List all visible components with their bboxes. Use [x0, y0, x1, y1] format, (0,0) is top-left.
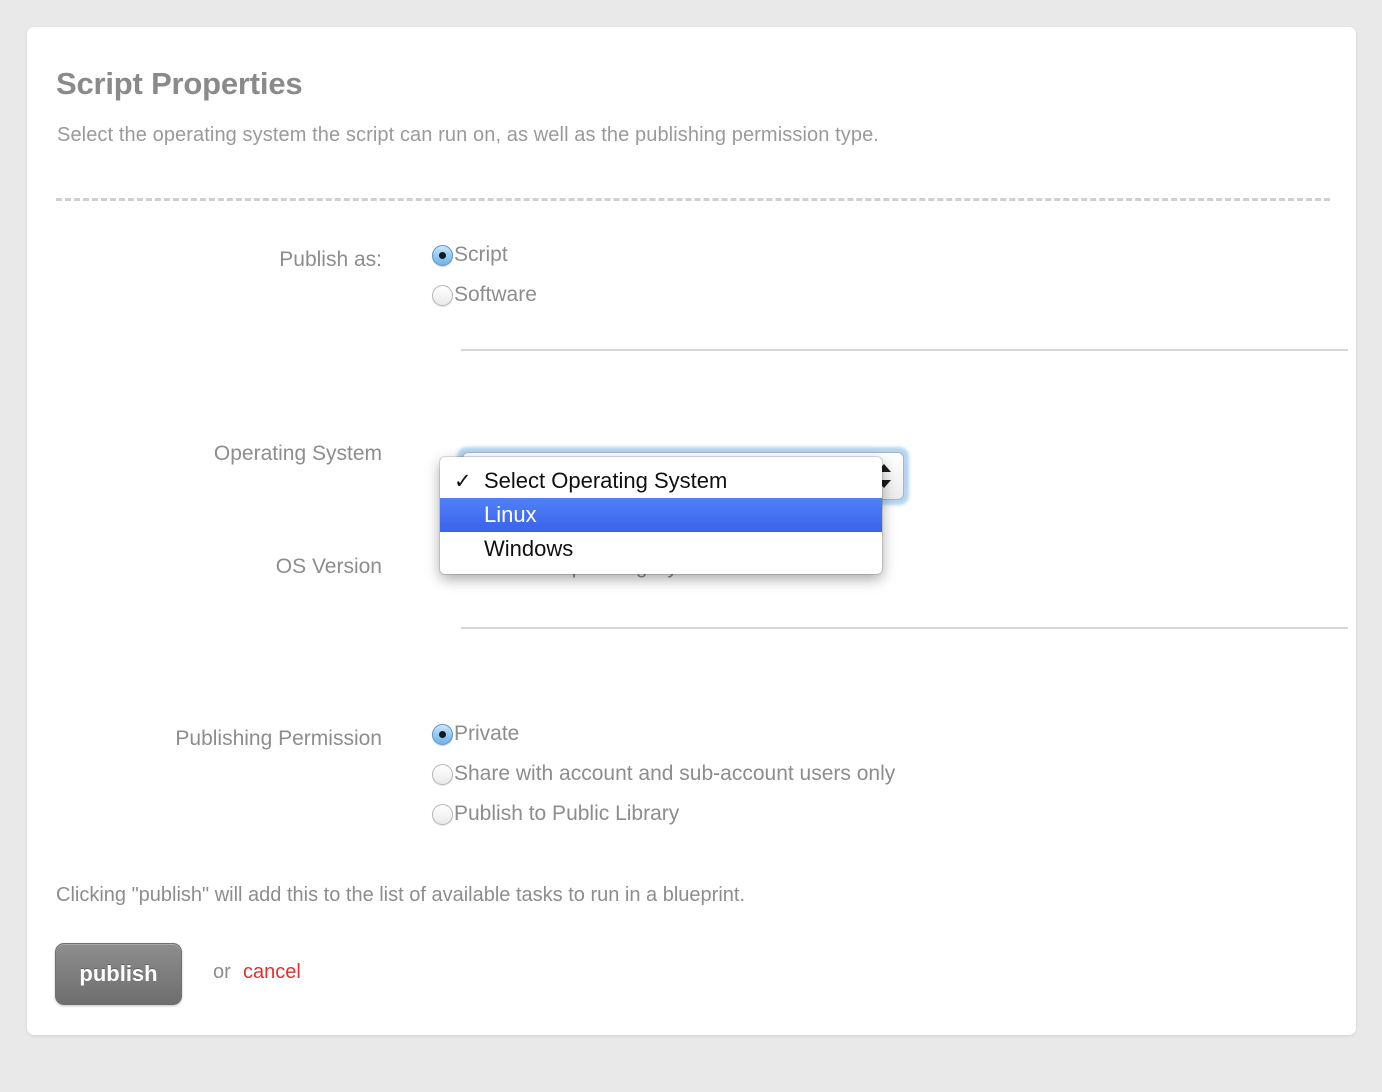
radio-option-software[interactable]: Software [432, 275, 537, 315]
radio-option-public-library[interactable]: Publish to Public Library [432, 794, 895, 834]
cancel-link[interactable]: cancel [243, 961, 301, 984]
check-icon: ✓ [454, 469, 472, 493]
dropdown-item-windows[interactable]: Windows [440, 532, 882, 566]
script-properties-card: Script Properties Select the operating s… [27, 27, 1356, 1035]
publish-button[interactable]: publish [55, 943, 182, 1005]
section-divider-1 [461, 349, 1348, 351]
or-label: or [213, 961, 231, 983]
page-subtitle: Select the operating system the script c… [57, 124, 879, 146]
radio-icon-unselected[interactable] [432, 284, 453, 306]
publishing-permission-options: Private Share with account and sub-accou… [432, 714, 895, 834]
dropdown-item-label: Select Operating System [484, 468, 728, 493]
dropdown-item-linux[interactable]: Linux [440, 498, 882, 532]
publish-as-label: Publish as: [279, 248, 382, 271]
section-divider-2 [461, 627, 1348, 629]
os-version-label: OS Version [275, 555, 382, 578]
dropdown-item-label: Windows [484, 536, 574, 561]
radio-label-public-library: Publish to Public Library [454, 802, 680, 825]
radio-option-script[interactable]: Script [432, 235, 537, 275]
radio-label-private: Private [454, 722, 520, 745]
publish-as-options: Script Software [432, 235, 537, 315]
radio-option-private[interactable]: Private [432, 714, 895, 754]
radio-label-script: Script [454, 243, 508, 266]
radio-icon-unselected[interactable] [432, 763, 453, 785]
footer-note: Clicking "publish" will add this to the … [56, 884, 745, 906]
radio-option-share-account[interactable]: Share with account and sub-account users… [432, 754, 895, 794]
dropdown-item-label: Linux [484, 502, 537, 527]
dropdown-item-select-operating-system[interactable]: ✓ Select Operating System [440, 464, 882, 498]
radio-icon-selected[interactable] [432, 244, 453, 266]
radio-icon-selected[interactable] [432, 723, 453, 745]
operating-system-dropdown-menu[interactable]: ✓ Select Operating System Linux Windows [440, 457, 882, 574]
radio-label-share-account: Share with account and sub-account users… [454, 762, 896, 785]
dashed-divider [56, 198, 1330, 201]
publishing-permission-label: Publishing Permission [175, 727, 382, 750]
operating-system-label: Operating System [213, 442, 382, 465]
page-title: Script Properties [56, 66, 303, 101]
radio-label-software: Software [454, 283, 537, 306]
radio-icon-unselected[interactable] [432, 803, 453, 825]
